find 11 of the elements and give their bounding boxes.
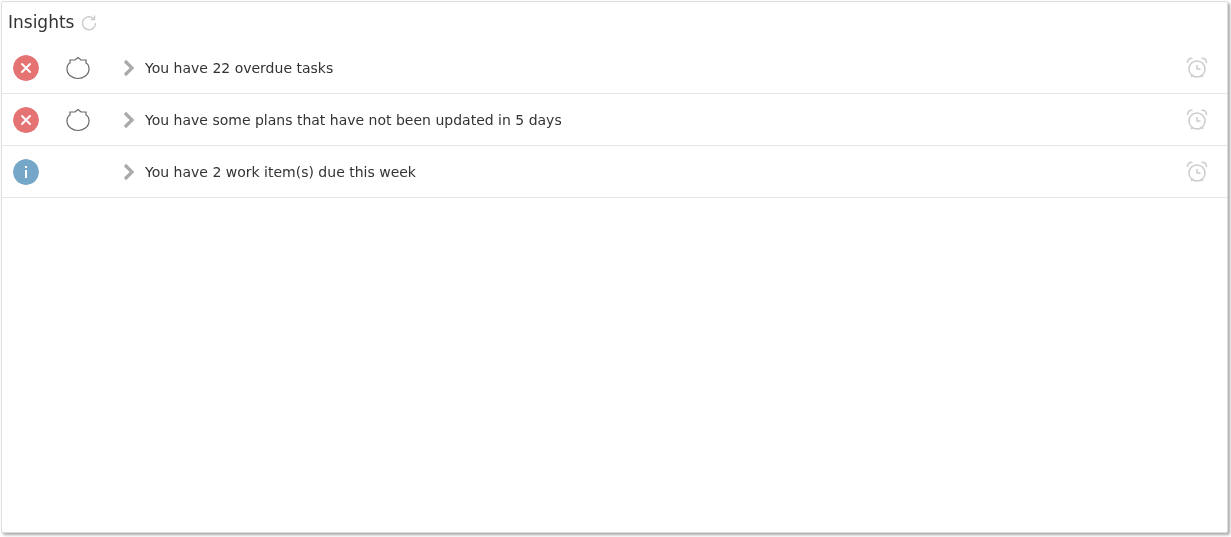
- alarm-clock-icon[interactable]: [1185, 107, 1209, 132]
- chevron-icon[interactable]: [123, 110, 135, 129]
- alarm-clock-icon[interactable]: [1185, 55, 1209, 80]
- insight-text: You have 2 work item(s) due this week: [145, 163, 417, 180]
- insight-text: You have some plans that have not been updated in 5 days: [145, 111, 563, 128]
- refresh-icon[interactable]: [80, 13, 99, 31]
- insight-text: You have 22 overdue tasks: [145, 59, 335, 76]
- alarm-clock-icon[interactable]: [1185, 159, 1209, 184]
- chevron-icon[interactable]: [123, 58, 135, 77]
- chevron-icon[interactable]: [123, 162, 135, 181]
- panel-title: Insights: [8, 12, 75, 32]
